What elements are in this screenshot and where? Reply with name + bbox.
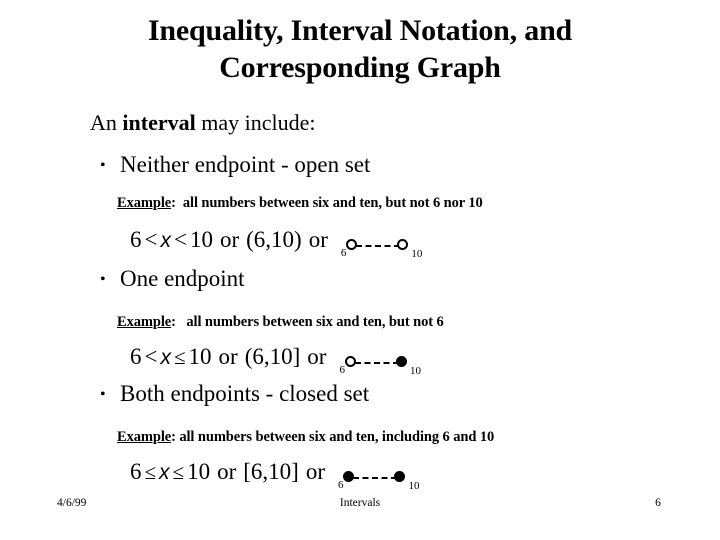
number-line-segment: [343, 471, 407, 485]
dashed-segment-icon: [354, 362, 399, 365]
connector-or-2: or: [308, 227, 328, 252]
bullet-glyph-icon: •: [100, 157, 106, 174]
example-description: all numbers between six and ten, includi…: [175, 429, 495, 445]
open-circle-left-icon: [344, 356, 356, 368]
example-label: Example: [117, 195, 172, 211]
page-title: Inequality, Interval Notation, and Corre…: [36, 12, 684, 86]
example-description: all numbers between six and ten, but not…: [175, 195, 483, 211]
connector-or-1: or: [217, 459, 237, 484]
inequality-right-operator: ≤: [172, 460, 185, 484]
bullet-label: Neither endpoint - open set: [120, 152, 371, 177]
open-circle-left-icon: [346, 239, 358, 251]
footer-title: Intervals: [339, 497, 381, 509]
math-line-closed-set: 6 ≤ x ≤10 or [6,10] or6 10: [130, 458, 419, 492]
inequality-left-operator: <: [144, 344, 158, 369]
example-label: Example: [117, 314, 172, 330]
lead-in-text: An interval may include:: [90, 110, 315, 136]
example-line-closed-set: Example: all numbers between six and ten…: [117, 428, 494, 446]
lead-in-suffix: may include:: [195, 110, 316, 135]
interval-notation: (6,10): [246, 227, 302, 252]
number-line-segment: [346, 239, 410, 253]
interval-notation: [6,10]: [243, 459, 299, 484]
inequality-left-operator: ≤: [144, 460, 157, 484]
number-line-graph-one-endpoint: 6 10: [339, 348, 421, 377]
closed-circle-right-icon: [395, 356, 407, 368]
inequality-variable: x: [160, 346, 171, 369]
number-line-right-label: 10: [411, 247, 423, 260]
interval-notation: (6,10]: [244, 344, 301, 369]
lead-in-emphasis: interval: [122, 110, 196, 135]
bullet-glyph-icon: •: [100, 271, 106, 288]
example-line-one-endpoint: Example: all numbers between six and ten…: [117, 313, 444, 331]
closed-circle-right-icon: [394, 471, 406, 483]
inequality-right-value: 10: [189, 227, 213, 252]
connector-or-2: or: [307, 344, 327, 369]
inequality-left-operator: <: [144, 227, 158, 252]
inequality-right-operator: ≤: [173, 345, 186, 369]
bullet-glyph-icon: •: [100, 386, 106, 403]
example-line-open-set: Example: all numbers between six and ten…: [117, 194, 483, 212]
dashed-segment-icon: [353, 477, 398, 480]
number-line-graph-closed-set: 6 10: [338, 463, 419, 492]
example-description: all numbers between six and ten, but not…: [175, 314, 444, 330]
open-circle-right-icon: [397, 239, 409, 251]
slide-footer: 4/6/99 Intervals 6: [0, 497, 720, 515]
math-line-one-endpoint: 6 < x ≤10 or (6,10] or6 10: [130, 343, 421, 377]
bullet-item-open-set: • Neither endpoint - open set: [100, 151, 370, 179]
example-label: Example: [117, 429, 172, 445]
bullet-label: One endpoint: [120, 266, 245, 291]
inequality-right-value: 10: [188, 344, 212, 369]
footer-page-number: 6: [655, 497, 661, 509]
dashed-segment-icon: [356, 245, 401, 248]
inequality-left-value: 6: [130, 459, 142, 484]
lead-in-prefix: An: [90, 110, 123, 135]
bullet-item-one-endpoint: • One endpoint: [100, 265, 245, 293]
inequality-right-value: 10: [187, 459, 211, 484]
inequality-variable: x: [160, 229, 171, 252]
number-line-graph-open-set: 6 10: [341, 231, 422, 260]
inequality-left-value: 6: [130, 227, 142, 252]
number-line-right-label: 10: [409, 364, 421, 377]
page-title-line-2: Corresponding Graph: [219, 51, 501, 84]
bullet-item-closed-set: • Both endpoints - closed set: [100, 380, 369, 408]
bullet-label: Both endpoints - closed set: [120, 381, 370, 406]
connector-or-1: or: [218, 344, 238, 369]
inequality-left-value: 6: [130, 344, 142, 369]
page-title-line-1: Inequality, Interval Notation, and: [147, 14, 573, 47]
number-line-segment: [344, 356, 409, 370]
connector-or-2: or: [305, 459, 325, 484]
math-line-open-set: 6 < x <10 or (6,10) or6 10: [130, 226, 422, 260]
closed-circle-left-icon: [343, 471, 355, 483]
inequality-variable: x: [159, 461, 170, 484]
inequality-right-operator: <: [173, 227, 187, 252]
connector-or-1: or: [219, 227, 240, 252]
number-line-right-label: 10: [408, 479, 420, 492]
